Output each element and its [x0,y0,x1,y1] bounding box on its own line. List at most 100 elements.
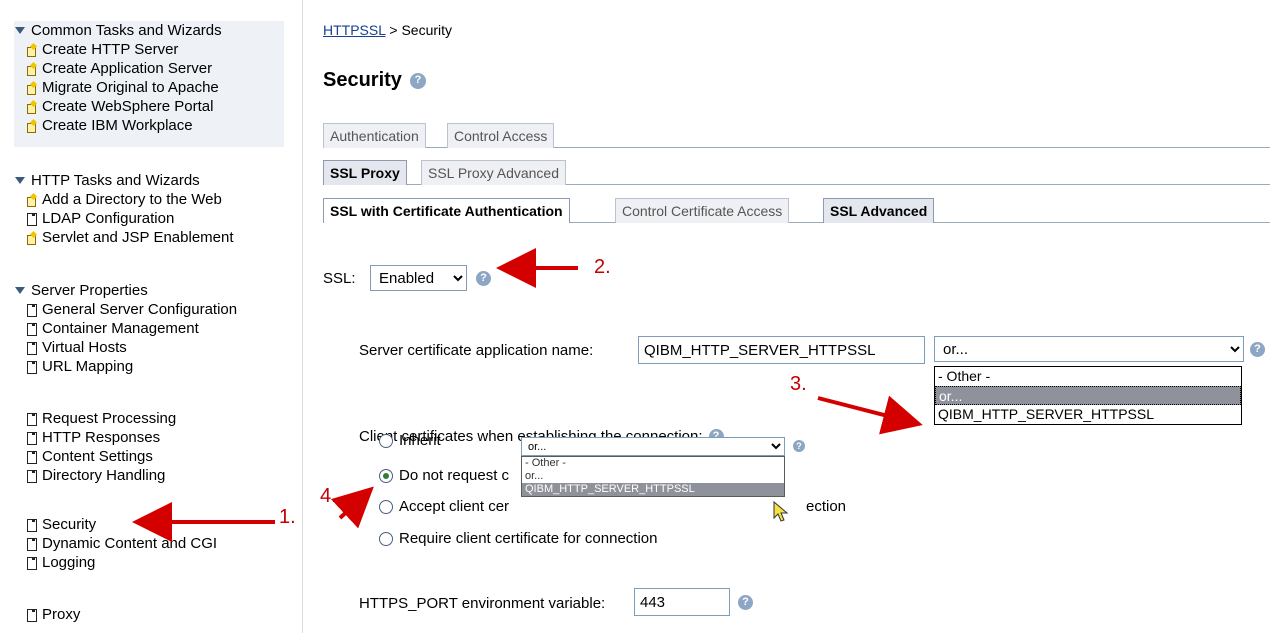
mini-cert-select[interactable]: or... [521,437,785,456]
radio-label: Accept client cer [399,498,510,515]
nav-create-application-server[interactable]: Create Application Server [14,59,284,78]
nav-request-processing[interactable]: Request Processing [14,409,176,428]
wizard-icon [26,232,37,245]
nav-label: Create WebSphere Portal [42,98,214,115]
tab-control-certificate-access[interactable]: Control Certificate Access [615,198,790,223]
ssl-label: SSL: [323,270,356,287]
navigation-panel: Common Tasks and Wizards Create HTTP Ser… [0,0,303,633]
nav-virtual-hosts[interactable]: Virtual Hosts [14,338,237,357]
nav-label: Request Processing [42,410,177,427]
nav-label: Migrate Original to Apache [42,79,219,96]
cert-help-icon[interactable]: ? [1250,342,1265,357]
nav-content-settings[interactable]: Content Settings [14,447,176,466]
radio-button[interactable] [379,433,393,448]
nav-servlet-jsp[interactable]: Servlet and JSP Enablement [14,228,234,247]
common-tasks-section: Common Tasks and Wizards Create HTTP Ser… [14,21,284,147]
tab-ssl-proxy[interactable]: SSL Proxy [323,160,407,185]
tab-control-access[interactable]: Control Access [447,123,555,148]
help-icon[interactable]: ? [409,72,426,89]
radio-accept-tail: ection [806,498,847,515]
nav-create-websphere-portal[interactable]: Create WebSphere Portal [14,97,284,116]
http-tasks-section: HTTP Tasks and Wizards Add a Directory t… [14,171,234,247]
page-icon [26,431,37,445]
ssl-help-icon[interactable]: ? [476,271,491,286]
cert-name-input[interactable] [638,336,925,364]
nav-add-directory[interactable]: Add a Directory to the Web [14,190,234,209]
tab-ssl-advanced[interactable]: SSL Advanced [823,198,935,223]
server-properties-header[interactable]: Server Properties [14,281,237,300]
section-title: Common Tasks and Wizards [31,22,222,39]
cert-option-qibm[interactable]: QIBM_HTTP_SERVER_HTTPSSL [935,405,1241,424]
page-icon [26,341,37,355]
page-icon [26,518,37,532]
https-port-label: HTTPS_PORT environment variable: [359,595,606,612]
tab-row-secondary: SSL Proxy SSL Proxy Advanced [323,157,1270,185]
https-port-input[interactable] [634,588,730,616]
nav-create-http-server[interactable]: Create HTTP Server [14,40,284,59]
cert-dropdown-list: - Other - or... QIBM_HTTP_SERVER_HTTPSSL [934,366,1242,425]
nav-label: Dynamic Content and CGI [42,535,218,552]
nav-label: Proxy [42,606,81,623]
cert-option-or[interactable]: or... [935,386,1241,405]
nav-dynamic-content-cgi[interactable]: Dynamic Content and CGI [14,534,217,553]
tab-authentication[interactable]: Authentication [323,123,426,148]
common-tasks-header[interactable]: Common Tasks and Wizards [14,21,284,40]
expand-triangle-icon [15,27,25,34]
cert-option-other[interactable]: - Other - [935,367,1241,386]
ssl-select[interactable]: Enabled [370,265,467,291]
nav-label: HTTP Responses [42,429,161,446]
nav-create-ibm-workplace[interactable]: Create IBM Workplace [14,116,284,135]
radio-inherit[interactable]: Inherit [379,432,441,449]
mini-option-other[interactable]: - Other - [522,457,784,470]
cert-select[interactable]: or... [934,336,1244,362]
section-title: Server Properties [31,282,148,299]
expand-triangle-icon [15,177,25,184]
wizard-icon [26,120,37,133]
page-icon [26,450,37,464]
nav-migrate-original[interactable]: Migrate Original to Apache [14,78,284,97]
mini-option-or[interactable]: or... [522,470,784,483]
page-icon [26,360,37,374]
nav-label: Content Settings [42,448,153,465]
nav-label: LDAP Configuration [42,210,175,227]
tab-row-tertiary: SSL with Certificate Authentication Cont… [323,195,1270,223]
radio-button[interactable] [379,531,393,546]
tab-ssl-cert-auth[interactable]: SSL with Certificate Authentication [323,198,570,223]
nav-label: URL Mapping [42,358,134,375]
cert-label: Server certificate application name: [359,342,594,359]
mini-help-icon[interactable]: ? [793,440,805,452]
wizard-icon [26,194,37,207]
wizard-icon [26,44,37,57]
https-port-help-icon[interactable]: ? [738,595,753,610]
nav-label: Create HTTP Server [42,41,179,58]
radio-label: Do not request c [399,467,510,484]
nav-http-responses[interactable]: HTTP Responses [14,428,176,447]
nav-ldap-configuration[interactable]: LDAP Configuration [14,209,234,228]
radio-require-client-cert[interactable]: Require client certificate for connectio… [379,530,657,547]
nav-logging[interactable]: Logging [14,553,217,572]
mini-option-qibm[interactable]: QIBM_HTTP_SERVER_HTTPSSL [522,483,784,496]
nav-label: Create Application Server [42,60,213,77]
nav-label: Container Management [42,320,199,337]
wizard-icon [26,63,37,76]
tab-ssl-proxy-advanced[interactable]: SSL Proxy Advanced [421,160,567,185]
nav-security[interactable]: Security [14,515,217,534]
radio-accept-client-cert[interactable]: Accept client cer [379,498,509,515]
nav-container-management[interactable]: Container Management [14,319,237,338]
mini-dropdown-list: - Other - or... QIBM_HTTP_SERVER_HTTPSSL [521,456,785,497]
radio-button-selected[interactable] [379,468,393,483]
main-content: HTTPSSL > Security Security ? Authentica… [304,0,1270,633]
nav-directory-handling[interactable]: Directory Handling [14,466,176,485]
nav-proxy[interactable]: Proxy [14,605,80,624]
page-icon [26,303,37,317]
annotation-label-3: 3. [790,373,807,395]
radio-button[interactable] [379,499,393,514]
radio-label: Inherit [399,432,441,449]
nav-general-server-config[interactable]: General Server Configuration [14,300,237,319]
nav-url-mapping[interactable]: URL Mapping [14,357,237,376]
breadcrumb-link-httpssl[interactable]: HTTPSSL [323,22,386,38]
radio-do-not-request[interactable]: Do not request c [379,467,509,484]
nav-label: Add a Directory to the Web [42,191,222,208]
http-tasks-header[interactable]: HTTP Tasks and Wizards [14,171,234,190]
server-properties-group2: Request Processing HTTP Responses Conten… [14,409,176,485]
